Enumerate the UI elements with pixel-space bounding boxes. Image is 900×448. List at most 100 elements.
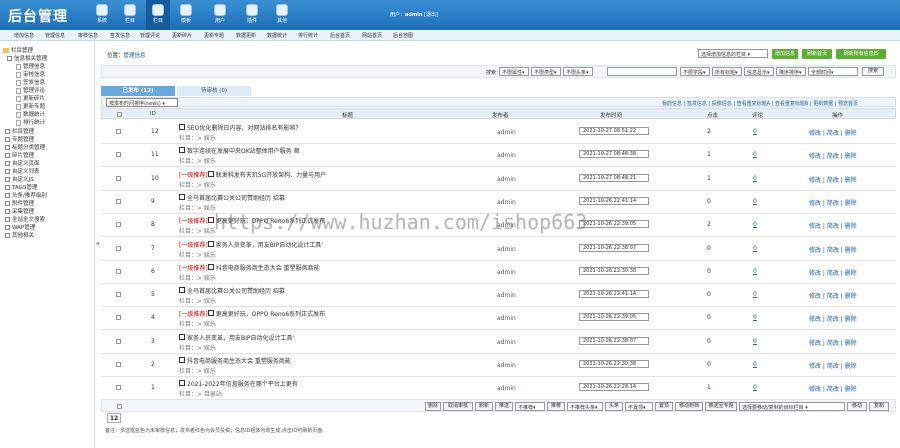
attr-select[interactable]: 不限属性▾: [499, 67, 529, 76]
tree-node[interactable]: 自定义列表: [5, 167, 40, 175]
row-comments[interactable]: 0: [753, 221, 757, 228]
select-all-checkbox[interactable]: [117, 112, 122, 117]
row-category[interactable]: 栏目：> 娱乐: [179, 343, 216, 352]
row-id[interactable]: 5: [151, 291, 155, 298]
row-comments[interactable]: 0: [753, 338, 757, 345]
nav-other[interactable]: 其他: [270, 0, 294, 30]
logout-link[interactable]: [退出]: [424, 12, 438, 18]
row-title[interactable]: SEO优化删除日内容，对网站排名有影响？: [187, 125, 301, 132]
tree-node[interactable]: 全站全文搜索: [5, 215, 45, 223]
tree-leaf[interactable]: 签发信息: [16, 78, 45, 86]
tree-leaf[interactable]: 排行统计: [16, 118, 45, 126]
row-comments[interactable]: 0: [753, 268, 757, 275]
row-checkbox[interactable]: [116, 338, 121, 344]
top-button[interactable]: 置顶: [655, 402, 673, 411]
headline-button[interactable]: 头条: [605, 402, 623, 411]
tree-node[interactable]: 专题管理: [5, 135, 34, 143]
subnav-item[interactable]: 网站首页: [362, 32, 382, 39]
tab-published[interactable]: 已发布 (12): [101, 86, 175, 96]
subnav-item[interactable]: 更新专题: [204, 32, 224, 39]
tree-node[interactable]: 采集管理: [5, 207, 34, 215]
archive-button[interactable]: 移动到档: [675, 402, 703, 411]
move-target-select[interactable]: 选择要移动/复制的目标栏目 ▾: [739, 402, 845, 411]
breadcrumb-link[interactable]: 管理信息: [124, 53, 146, 59]
tree-leaf[interactable]: 审核信息: [16, 70, 45, 78]
row-checkbox[interactable]: [116, 245, 121, 251]
row-time-input[interactable]: 2021-10-26 22:38:07: [579, 336, 649, 345]
delete-button[interactable]: 删除: [425, 402, 441, 411]
row-comments[interactable]: 0: [753, 361, 757, 368]
tree-leaf[interactable]: 管理信息: [16, 62, 45, 70]
nav-column-active[interactable]: 栏目: [146, 0, 170, 30]
sidebar-toggle-icon[interactable]: ◂: [96, 240, 100, 248]
search-input[interactable]: [607, 67, 677, 76]
title-select[interactable]: 所有标题▾: [712, 67, 742, 76]
row-checkbox[interactable]: [116, 315, 121, 321]
row-comments[interactable]: 0: [753, 314, 757, 321]
row-actions[interactable]: 修改 | 简改 | 删除: [809, 151, 857, 160]
recommend-select[interactable]: 不推荐▾: [515, 402, 545, 411]
row-checkbox[interactable]: [116, 129, 121, 134]
row-id[interactable]: 4: [151, 314, 155, 321]
row-time-input[interactable]: 2021-10-26 22:30:38: [579, 266, 649, 275]
row-category[interactable]: 栏目：> 娱乐: [179, 133, 216, 142]
add-info-button[interactable]: 增加信息: [772, 49, 798, 59]
row-id[interactable]: 3: [151, 338, 155, 345]
row-id[interactable]: 2: [151, 361, 155, 368]
row-comments[interactable]: 0: [753, 175, 757, 182]
subnav-item[interactable]: 增加信息: [14, 32, 34, 39]
tree-node[interactable]: TAGS管理: [5, 183, 37, 191]
row-title[interactable]: 更高更好玩，OPPO Reno6系列正式发布: [216, 311, 325, 318]
tree-node[interactable]: 标题分类管理: [5, 143, 45, 151]
row-category[interactable]: 栏目：> 娱乐: [179, 203, 216, 212]
row-category[interactable]: 栏目：> 娱乐: [179, 296, 216, 305]
tree-root[interactable]: 栏目管理: [3, 46, 33, 54]
push-button[interactable]: 推送: [495, 402, 513, 411]
bottom-checkbox[interactable]: [117, 404, 122, 409]
refresh-home-button[interactable]: 刷新首页: [802, 49, 832, 59]
row-category[interactable]: 栏目：> 娱乐: [179, 156, 216, 165]
row-id[interactable]: 9: [151, 198, 155, 205]
row-id[interactable]: 8: [151, 221, 155, 228]
row-category[interactable]: 栏目：> 娱乐: [179, 226, 216, 235]
refresh-js-button[interactable]: 刷新所有信息JS: [836, 49, 886, 59]
field-select[interactable]: 不限字段▾: [680, 67, 710, 76]
tree-leaf[interactable]: 更新专题: [16, 102, 45, 110]
row-title[interactable]: 全马首届比赛公关公司赞助经历 招募: [187, 195, 285, 202]
type-select[interactable]: 不限类型▾: [531, 67, 561, 76]
row-time-input[interactable]: 2021-10-26 22:39:05: [579, 313, 649, 322]
row-title[interactable]: 抖音电商服务商生态大会 重塑服务商能: [216, 265, 320, 272]
row-checkbox[interactable]: [116, 198, 121, 204]
column-select[interactable]: 选择增加信息的栏目 ▾: [698, 49, 768, 58]
row-time-input[interactable]: 2021-10-27 08:48:38: [579, 150, 649, 159]
nav-plugin[interactable]: 插件: [240, 0, 264, 30]
order-select[interactable]: 降序排序▾: [776, 67, 806, 76]
subnav-item[interactable]: 数据统计: [267, 32, 287, 39]
row-id[interactable]: 12: [151, 128, 159, 135]
tree-leaf[interactable]: 更新碎片: [16, 94, 45, 102]
row-comments[interactable]: 0: [753, 384, 757, 391]
subnav-item[interactable]: 审核信息: [78, 32, 98, 39]
tree-node[interactable]: 自定义页面: [5, 159, 40, 167]
headline-select[interactable]: 不限头条▾: [563, 67, 593, 76]
row-category[interactable]: 栏目：> 目录站: [179, 389, 222, 398]
row-checkbox[interactable]: [116, 222, 121, 228]
push-topic-button[interactable]: 推送至专题: [705, 402, 737, 411]
subnav-item[interactable]: 签发信息: [110, 32, 130, 39]
row-comments[interactable]: 0: [753, 198, 757, 205]
row-title[interactable]: 家务人员变革，用友BIP自动化设计工具': [216, 242, 323, 249]
subnav-item[interactable]: 管理信息: [45, 32, 65, 39]
subnav-item[interactable]: 更新碎片: [172, 32, 192, 39]
row-id[interactable]: 6: [151, 268, 155, 275]
search-button[interactable]: 搜索: [862, 67, 884, 76]
row-title[interactable]: 联发科发布天玑5G开放架构、力量与用户: [216, 172, 326, 179]
refresh-button[interactable]: 刷新: [475, 402, 493, 411]
row-actions[interactable]: 修改 | 简改 | 删除: [809, 221, 857, 230]
display-select[interactable]: 信息显示▾: [744, 67, 774, 76]
nav-column[interactable]: 栏目: [118, 0, 142, 30]
row-checkbox[interactable]: [116, 292, 121, 298]
nav-user[interactable]: 用户: [208, 0, 232, 30]
row-time-input[interactable]: 2021-10-26 22:28:14: [579, 383, 649, 392]
row-title[interactable]: 2021-2022年信息服务在哪个平台上更有: [187, 381, 298, 388]
cancel-review-button[interactable]: 取消审核: [443, 402, 473, 411]
